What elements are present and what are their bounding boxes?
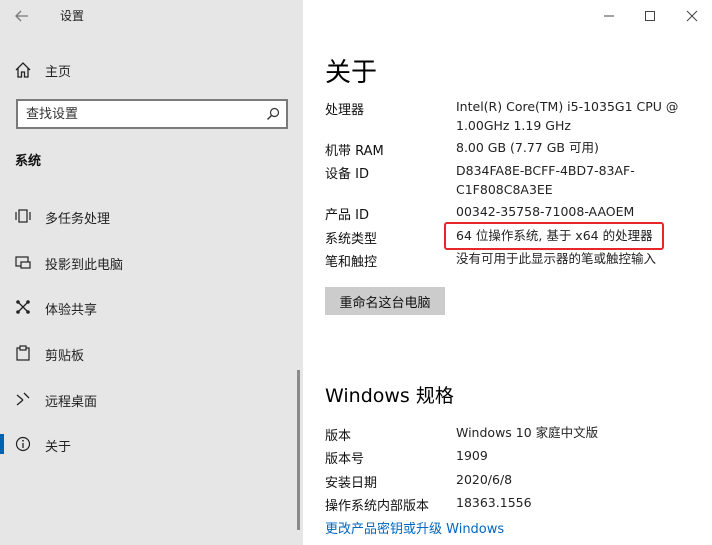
sidebar-item-label: 关于 xyxy=(45,440,72,455)
page-title: 关于 xyxy=(325,58,378,88)
spec-label: 笔和触控 xyxy=(325,255,378,270)
active-indicator xyxy=(0,434,4,454)
spec-value: D834FA8E-BCFF-4BD7-83AF- C1F808C8A3EE xyxy=(456,161,635,199)
home-icon xyxy=(15,62,31,78)
sidebar-item-label: 剪贴板 xyxy=(45,349,85,364)
spec-value: 没有可用于此显示器的笔或触控输入 xyxy=(456,251,657,266)
spec-value: 1909 xyxy=(456,448,488,463)
spec-label: 设备 ID xyxy=(325,167,369,182)
spec-label: 版本 xyxy=(325,429,352,444)
maximize-icon xyxy=(645,11,655,21)
sidebar-scrollbar[interactable] xyxy=(297,370,300,530)
spec-label: 操作系统内部版本 xyxy=(325,499,430,514)
minimize-button[interactable] xyxy=(589,4,629,28)
sidebar-item-label: 多任务处理 xyxy=(45,212,111,227)
sidebar: 设置 主页 系统 多任务处理 投影到此电脑 xyxy=(0,0,303,545)
windows-spec-title: Windows 规格 xyxy=(325,385,454,407)
spec-value: 18363.1556 xyxy=(456,495,532,510)
titlebar: 设置 xyxy=(0,0,303,32)
info-icon xyxy=(15,436,31,452)
change-product-key-link[interactable]: 更改产品密钥或升级 Windows xyxy=(325,518,504,537)
spec-label: 机带 RAM xyxy=(325,144,384,159)
section-label-system: 系统 xyxy=(15,154,42,169)
home-label: 主页 xyxy=(45,64,72,80)
spec-value: Intel(R) Core(TM) i5-1035G1 CPU @ 1.00GH… xyxy=(456,97,678,135)
spec-label: 版本号 xyxy=(325,452,365,467)
spec-value-line: C1F808C8A3EE xyxy=(456,182,553,197)
spec-label: 安装日期 xyxy=(325,476,378,491)
spec-value-line: Intel(R) Core(TM) i5-1035G1 CPU @ xyxy=(456,99,679,114)
back-arrow-icon xyxy=(15,10,28,22)
highlight-annotation xyxy=(444,222,664,250)
spec-value-line: D834FA8E-BCFF-4BD7-83AF- xyxy=(456,163,635,178)
clipboard-icon xyxy=(16,345,30,361)
sidebar-item-share[interactable]: 体验共享 xyxy=(0,292,295,322)
close-button[interactable] xyxy=(672,4,712,28)
search-input[interactable] xyxy=(26,105,256,123)
home-nav-item[interactable]: 主页 xyxy=(14,59,71,81)
sidebar-item-remote-desktop[interactable]: 远程桌面 xyxy=(0,384,295,414)
spec-value: Windows 10 家庭中文版 xyxy=(456,425,599,440)
search-box[interactable] xyxy=(16,99,288,129)
spec-label: 处理器 xyxy=(325,103,365,118)
sidebar-item-label: 远程桌面 xyxy=(45,395,98,410)
sidebar-item-multitask[interactable]: 多任务处理 xyxy=(0,201,295,231)
sidebar-item-project[interactable]: 投影到此电脑 xyxy=(0,247,295,277)
spec-value: 00342-35758-71008-AAOEM xyxy=(456,204,635,219)
spec-value: 2020/6/8 xyxy=(456,472,513,487)
share-icon xyxy=(16,300,30,314)
sidebar-item-label: 投影到此电脑 xyxy=(45,258,124,273)
sidebar-item-label: 体验共享 xyxy=(45,303,98,318)
sidebar-item-clipboard[interactable]: 剪贴板 xyxy=(0,338,295,368)
sidebar-item-about[interactable]: 关于 xyxy=(0,429,295,459)
rename-pc-button[interactable]: 重命名这台电脑 xyxy=(325,287,445,315)
back-button[interactable] xyxy=(12,6,36,26)
minimize-icon xyxy=(604,15,614,17)
project-icon xyxy=(15,256,31,269)
remote-desktop-icon xyxy=(16,392,30,406)
content-pane: 关于 处理器 Intel(R) Core(TM) i5-1035G1 CPU @… xyxy=(303,0,712,545)
spec-value-line: 1.00GHz 1.19 GHz xyxy=(456,118,571,133)
search-icon[interactable] xyxy=(266,107,280,121)
close-icon xyxy=(686,10,698,22)
multitask-icon xyxy=(15,209,31,223)
app-title: 设置 xyxy=(60,9,85,23)
spec-label: 产品 ID xyxy=(325,208,369,223)
spec-label: 系统类型 xyxy=(325,232,378,247)
spec-value: 8.00 GB (7.77 GB 可用) xyxy=(456,140,599,155)
maximize-button[interactable] xyxy=(630,4,670,28)
